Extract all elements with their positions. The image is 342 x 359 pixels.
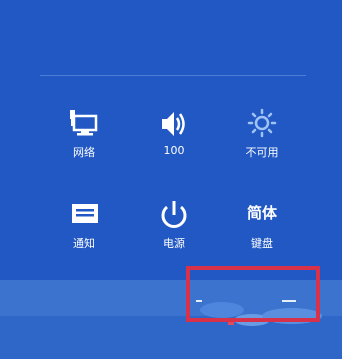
keyboard-tile[interactable]: 简体 键盘 — [222, 199, 302, 269]
notifications-label: 通知 — [73, 237, 95, 250]
volume-icon — [162, 112, 185, 136]
brightness-label: 不可用 — [245, 146, 279, 159]
settings-charm-panel: 网络 100 不可用 通知 电源 简体 键盘 — [0, 0, 342, 359]
keyboard-icon: 简体 — [246, 204, 277, 222]
notifications-tile[interactable]: 通知 — [44, 199, 124, 269]
power-tile[interactable]: 电源 — [134, 199, 214, 269]
brightness-tile[interactable]: 不可用 — [222, 108, 302, 178]
network-tile[interactable]: 网络 — [44, 108, 124, 178]
network-icon — [70, 110, 98, 136]
divider — [40, 75, 306, 76]
volume-tile[interactable]: 100 — [134, 108, 214, 178]
highlight-box — [186, 266, 320, 322]
power-label: 电源 — [163, 237, 185, 250]
power-icon — [161, 201, 187, 228]
notifications-icon — [72, 204, 98, 223]
keyboard-label: 键盘 — [251, 237, 273, 250]
brightness-icon — [247, 108, 277, 138]
network-label: 网络 — [73, 146, 95, 159]
volume-label: 100 — [163, 144, 185, 157]
